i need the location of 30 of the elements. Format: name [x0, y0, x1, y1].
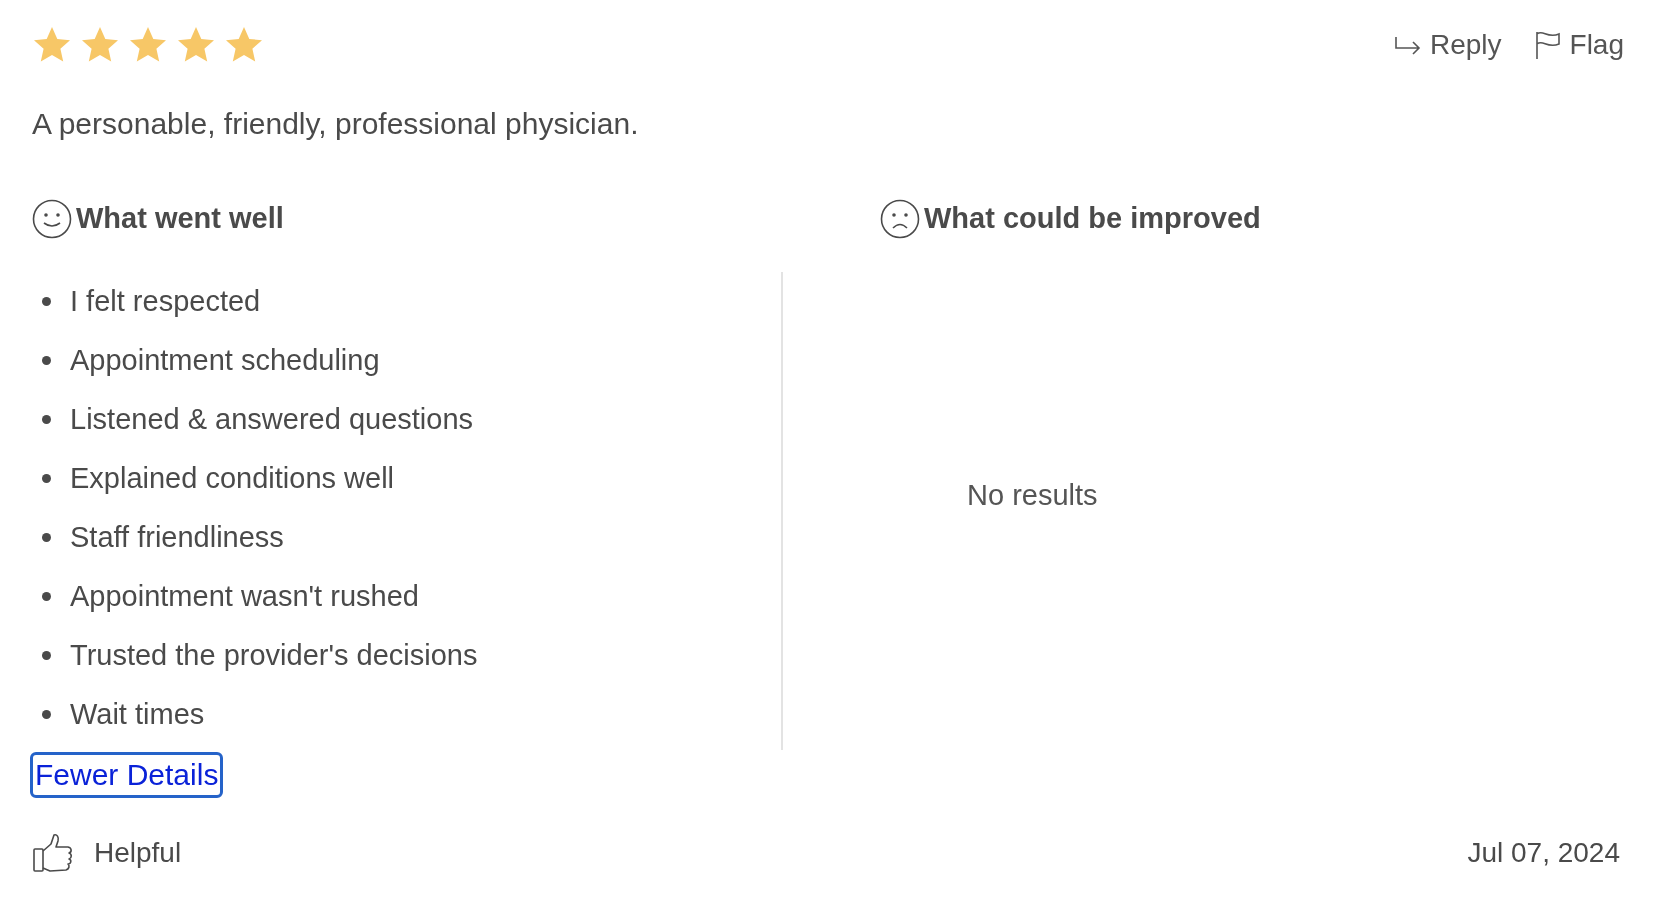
list-item: I felt respected — [70, 283, 261, 319]
list-item: Listened & answered questions — [70, 401, 474, 437]
section-heading: What could be improved — [924, 201, 1261, 237]
bullet-icon — [42, 415, 51, 424]
list-item: Wait times — [70, 696, 205, 732]
fewer-details-link[interactable]: Fewer Details — [30, 752, 224, 798]
reply-button[interactable]: Reply — [1393, 24, 1502, 66]
list-item: Trusted the provider's decisions — [70, 637, 478, 673]
list-item: Staff friendliness — [70, 519, 284, 555]
thumbs-up-icon — [32, 832, 74, 874]
review-comment: A personable, friendly, professional physician. — [32, 106, 640, 142]
sad-face-icon — [880, 199, 920, 239]
review-date: Jul 07, 2024 — [1467, 836, 1621, 870]
section-heading: What went well — [76, 201, 284, 237]
helpful-button[interactable]: Helpful — [32, 832, 182, 874]
list-item: Appointment wasn't rushed — [70, 578, 419, 614]
flag-button[interactable]: Flag — [1533, 24, 1624, 66]
bullet-icon — [42, 710, 51, 719]
bullet-icon — [42, 474, 51, 483]
empty-message: No results — [967, 478, 1098, 514]
list-item: Explained conditions well — [70, 460, 395, 496]
list-item: Appointment scheduling — [70, 342, 380, 378]
smiley-face-icon — [32, 199, 72, 239]
bullet-icon — [42, 297, 51, 306]
bullet-icon — [42, 651, 51, 660]
flag-icon — [1533, 30, 1562, 60]
reply-arrow-icon — [1393, 35, 1422, 55]
bullet-icon — [42, 533, 51, 542]
bullet-icon — [42, 592, 51, 601]
bullet-icon — [42, 356, 51, 365]
